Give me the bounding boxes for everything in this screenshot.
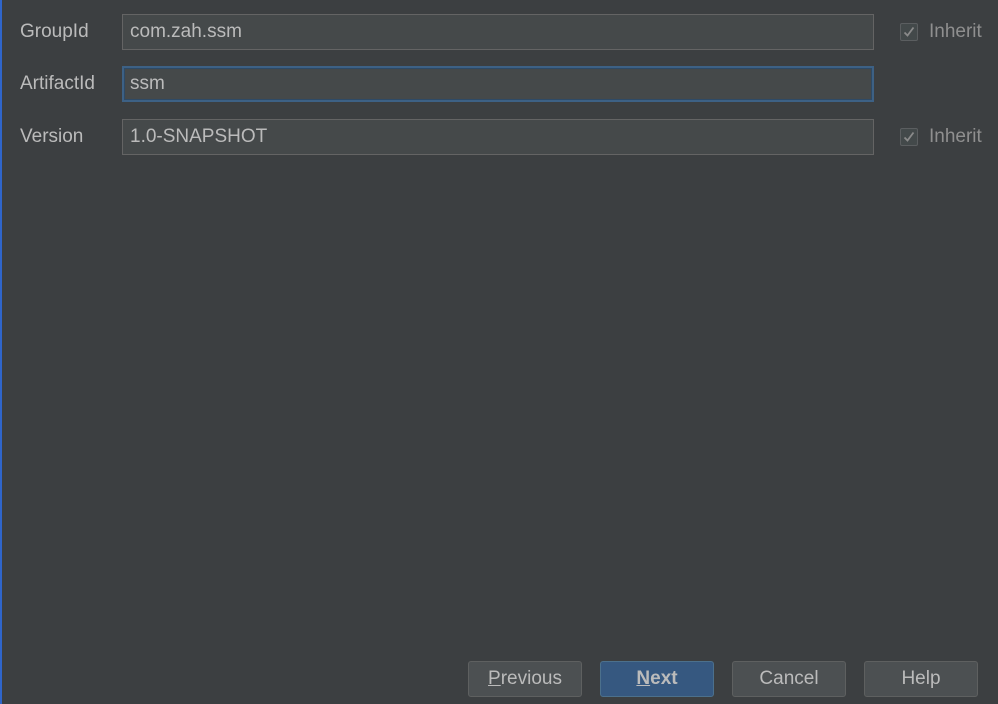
version-inherit-checkbox[interactable]: Inherit	[900, 119, 982, 155]
help-button[interactable]: Help	[864, 661, 978, 697]
groupid-label: GroupId	[20, 21, 89, 42]
groupid-inherit-label: Inherit	[929, 21, 982, 42]
version-input[interactable]	[122, 119, 874, 155]
version-inherit-label: Inherit	[929, 126, 982, 147]
checkmark-icon	[900, 23, 918, 41]
new-project-dialog: GroupId Inherit ArtifactId Version Inher…	[0, 0, 998, 704]
next-mnemonic: N	[636, 668, 651, 689]
groupid-input[interactable]	[122, 14, 874, 50]
checkmark-icon	[900, 128, 918, 146]
cancel-button[interactable]: Cancel	[732, 661, 846, 697]
version-label: Version	[20, 126, 84, 147]
artifactid-input[interactable]	[122, 66, 874, 102]
next-button[interactable]: Next	[600, 661, 714, 697]
previous-label: revious	[500, 668, 562, 689]
groupid-inherit-checkbox[interactable]: Inherit	[900, 14, 982, 50]
artifactid-label: ArtifactId	[20, 73, 95, 94]
previous-button[interactable]: Previous	[468, 661, 582, 697]
previous-mnemonic: P	[488, 668, 501, 689]
next-label: ext	[650, 668, 678, 689]
